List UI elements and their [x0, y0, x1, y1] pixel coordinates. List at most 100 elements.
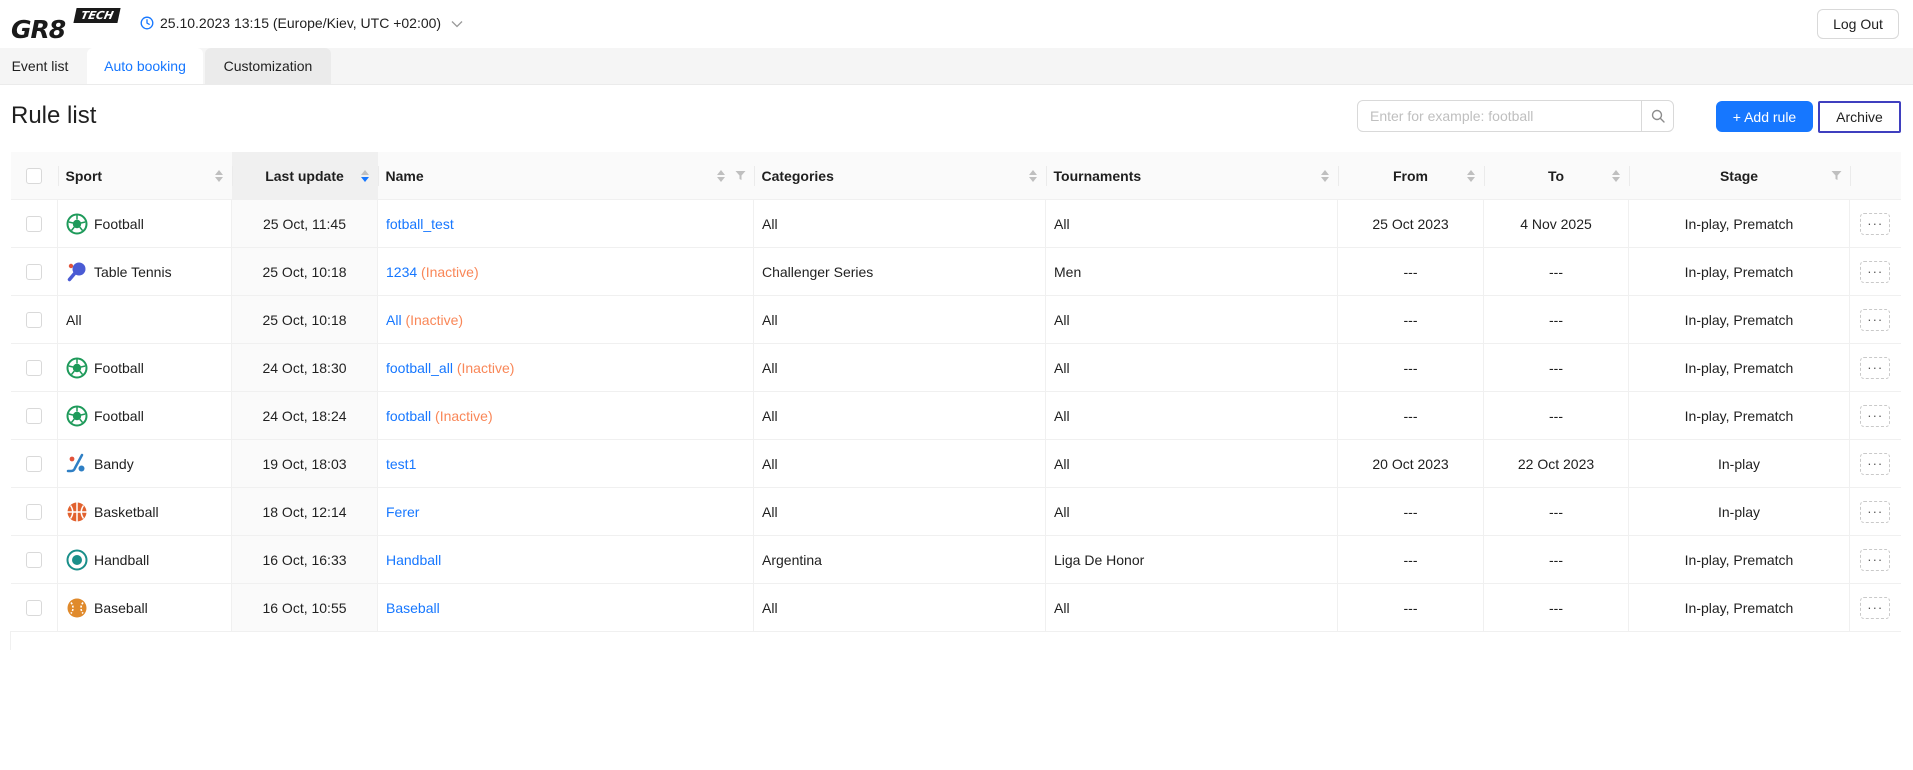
tournaments-cell: All — [1045, 343, 1338, 392]
search-input[interactable] — [1358, 101, 1641, 131]
rule-name-link[interactable]: Baseball — [386, 600, 440, 616]
last-update-cell: 25 Oct, 10:18 — [231, 295, 378, 344]
football-icon — [66, 405, 88, 427]
more-actions-button[interactable]: ··· — [1860, 500, 1891, 523]
categories-cell: Challenger Series — [753, 247, 1046, 296]
actions-cell: ··· — [1849, 439, 1901, 488]
tournaments-cell: All — [1045, 295, 1338, 344]
actions-cell: ··· — [1849, 487, 1901, 536]
gr8-tech-logo[interactable]: GR8 TECH — [11, 8, 121, 44]
sort-icon[interactable] — [360, 169, 370, 183]
col-tournaments[interactable]: Tournaments — [1045, 152, 1338, 200]
name-cell: All (Inactive) — [377, 295, 754, 344]
table-row[interactable]: Football 25 Oct, 11:45 fotball_test All All… — [10, 199, 1901, 248]
sport-name: Baseball — [94, 599, 148, 616]
timezone-selector[interactable]: 25.10.2023 13:15 (Europe/Kiev, UTC +02:0… — [140, 15, 463, 31]
rule-name-link[interactable]: football_all — [386, 360, 453, 376]
last-update-cell: 19 Oct, 18:03 — [231, 439, 378, 488]
more-actions-button[interactable]: ··· — [1860, 452, 1891, 475]
sport-name: Table Tennis — [94, 263, 172, 280]
col-name[interactable]: Name — [377, 152, 754, 200]
table-row[interactable]: Basketball 18 Oct, 12:14 Ferer All All --- --… — [10, 487, 1901, 536]
more-actions-button[interactable]: ··· — [1860, 404, 1891, 427]
filter-icon[interactable] — [735, 170, 746, 181]
tab-event-list[interactable]: Event list — [0, 48, 80, 84]
rule-name-link[interactable]: test1 — [386, 456, 416, 472]
to-cell: 4 Nov 2025 — [1483, 199, 1629, 248]
from-cell: --- — [1337, 583, 1484, 632]
more-actions-button[interactable]: ··· — [1860, 596, 1891, 619]
chevron-down-icon[interactable] — [451, 15, 463, 31]
add-rule-button[interactable]: + Add rule — [1716, 101, 1813, 132]
sport-cell: Bandy — [57, 439, 232, 488]
col-last-update[interactable]: Last update — [231, 152, 378, 200]
table-row[interactable]: Table Tennis 25 Oct, 10:18 1234 (Inactive)… — [10, 247, 1901, 296]
tab-auto-booking[interactable]: Auto booking — [87, 48, 203, 84]
row-checkbox[interactable] — [25, 264, 42, 281]
col-from[interactable]: From — [1337, 152, 1484, 200]
row-checkbox[interactable] — [25, 504, 42, 521]
row-select-cell — [10, 391, 58, 440]
sort-icon[interactable] — [1320, 169, 1330, 183]
table-row[interactable]: All 25 Oct, 10:18 All (Inactive) All All --- -… — [10, 295, 1901, 344]
col-stage[interactable]: Stage — [1628, 152, 1850, 200]
sport-cell: Baseball — [57, 583, 232, 632]
actions-cell: ··· — [1849, 391, 1901, 440]
sort-icon[interactable] — [1028, 169, 1038, 183]
table-row[interactable]: Football 24 Oct, 18:30 football_all (Inact… — [10, 343, 1901, 392]
rule-name-link[interactable]: All — [386, 312, 402, 328]
search-button[interactable] — [1641, 101, 1673, 131]
categories-cell: All — [753, 487, 1046, 536]
col-categories[interactable]: Categories — [753, 152, 1046, 200]
archive-button[interactable]: Archive — [1818, 101, 1901, 133]
rule-name-link[interactable]: Ferer — [386, 504, 419, 520]
categories-cell: All — [753, 343, 1046, 392]
col-to[interactable]: To — [1483, 152, 1629, 200]
row-checkbox[interactable] — [25, 408, 42, 425]
tournaments-cell: Liga De Honor — [1045, 535, 1338, 584]
table-footer-spacer — [10, 631, 1901, 650]
row-checkbox[interactable] — [25, 360, 42, 377]
row-checkbox[interactable] — [25, 456, 42, 473]
sport-cell: Basketball — [57, 487, 232, 536]
more-actions-button[interactable]: ··· — [1860, 356, 1891, 379]
table-row[interactable]: Baseball 16 Oct, 10:55 Baseball All All --- -… — [10, 583, 1901, 632]
table-row[interactable]: Football 24 Oct, 18:24 football (Inactive)… — [10, 391, 1901, 440]
more-actions-button[interactable]: ··· — [1860, 260, 1891, 283]
last-update-cell: 16 Oct, 16:33 — [231, 535, 378, 584]
rule-name-link[interactable]: 1234 — [386, 264, 417, 280]
col-sport[interactable]: Sport — [57, 152, 232, 200]
more-actions-button[interactable]: ··· — [1860, 548, 1891, 571]
filter-icon[interactable] — [1831, 170, 1842, 181]
categories-cell: Argentina — [753, 535, 1046, 584]
sort-icon[interactable] — [1611, 169, 1621, 183]
basketball-icon — [66, 501, 88, 523]
row-checkbox[interactable] — [25, 216, 42, 233]
select-all-checkbox[interactable] — [26, 168, 42, 185]
rule-name-link[interactable]: Handball — [386, 552, 441, 568]
col-sport-label: Sport — [65, 167, 103, 184]
row-select-cell — [10, 439, 58, 488]
from-cell: 20 Oct 2023 — [1337, 439, 1484, 488]
from-cell: --- — [1337, 295, 1484, 344]
name-cell: Baseball — [377, 583, 754, 632]
col-from-label: From — [1393, 167, 1428, 184]
baseball-icon — [66, 597, 88, 619]
row-checkbox[interactable] — [25, 600, 42, 617]
table-row[interactable]: Handball 16 Oct, 16:33 Handball Argentina L… — [10, 535, 1901, 584]
rule-name-link[interactable]: fotball_test — [386, 216, 454, 232]
sort-icon[interactable] — [716, 169, 726, 183]
tab-customization[interactable]: Customization — [205, 48, 331, 84]
sort-icon[interactable] — [214, 169, 224, 183]
more-actions-button[interactable]: ··· — [1860, 212, 1891, 235]
more-actions-button[interactable]: ··· — [1860, 308, 1891, 331]
last-update-cell: 18 Oct, 12:14 — [231, 487, 378, 536]
select-all-cell — [10, 152, 58, 200]
row-checkbox[interactable] — [25, 312, 42, 329]
football-icon — [66, 357, 88, 379]
sort-icon[interactable] — [1466, 169, 1476, 183]
logout-button[interactable]: Log Out — [1817, 9, 1899, 39]
table-row[interactable]: Bandy 19 Oct, 18:03 test1 All All 20 Oct 202… — [10, 439, 1901, 488]
rule-name-link[interactable]: football — [386, 408, 431, 424]
row-checkbox[interactable] — [25, 552, 42, 569]
